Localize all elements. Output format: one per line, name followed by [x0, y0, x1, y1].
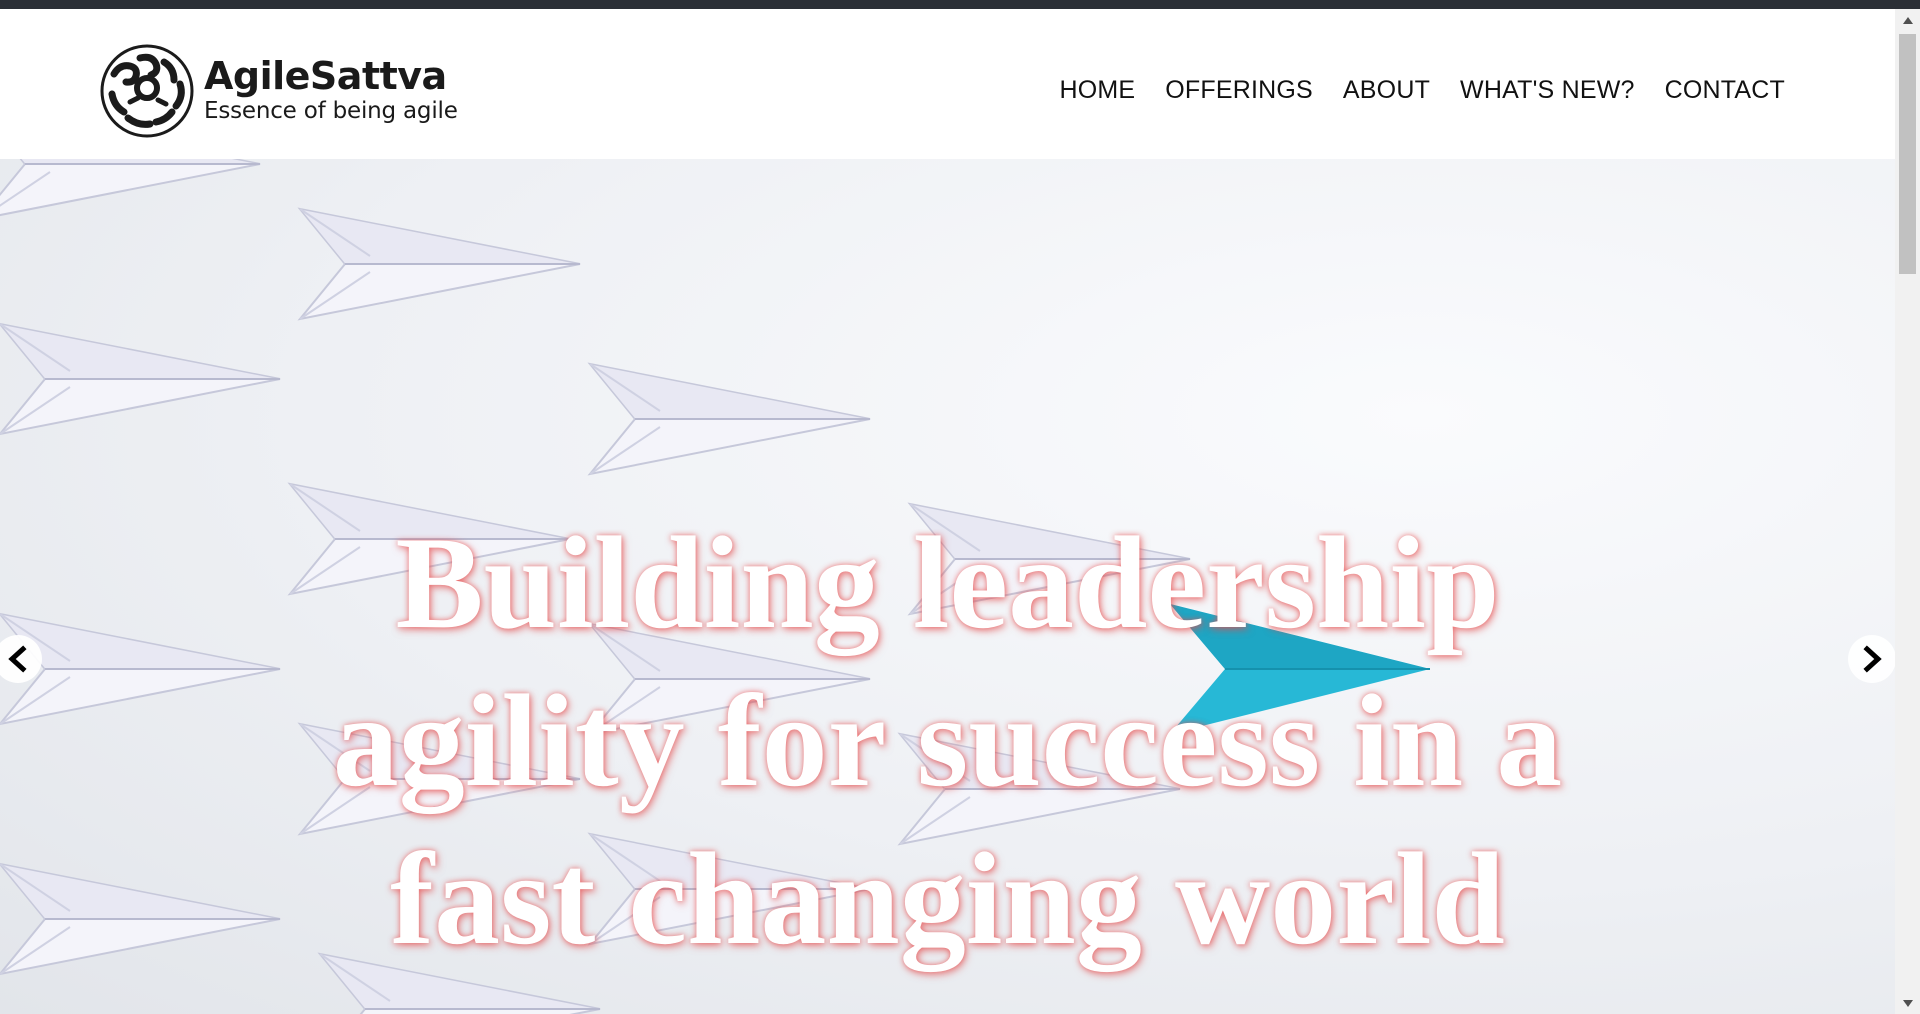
- main-nav: HOME OFFERINGS ABOUT WHAT'S NEW? CONTACT: [1059, 76, 1785, 105]
- browser-top-strip: [0, 0, 1920, 9]
- slider-next-button[interactable]: [1848, 635, 1895, 683]
- agilesattva-logo-icon: [100, 44, 194, 138]
- nav-about[interactable]: ABOUT: [1343, 76, 1430, 105]
- triangle-up-icon: [1902, 16, 1913, 24]
- nav-contact[interactable]: CONTACT: [1665, 76, 1785, 105]
- scroll-down-button[interactable]: [1895, 992, 1920, 1014]
- scroll-up-button[interactable]: [1895, 9, 1920, 31]
- nav-offerings[interactable]: OFFERINGS: [1165, 76, 1313, 105]
- hero-slider: Building leadership agility for success …: [0, 159, 1895, 1014]
- chevron-right-icon: [1863, 645, 1882, 673]
- nav-home[interactable]: HOME: [1059, 76, 1135, 105]
- chevron-left-icon: [8, 645, 27, 673]
- brand-tagline: Essence of being agile: [204, 98, 458, 124]
- site-logo[interactable]: AgileSattva Essence of being agile: [100, 44, 458, 138]
- scroll-thumb[interactable]: [1899, 34, 1916, 274]
- page-scrollbar[interactable]: [1895, 9, 1920, 1014]
- logo-text: AgileSattva Essence of being agile: [204, 56, 458, 126]
- nav-whats-new[interactable]: WHAT'S NEW?: [1460, 76, 1635, 105]
- triangle-down-icon: [1902, 999, 1913, 1007]
- brand-name: AgileSattva: [204, 54, 447, 98]
- site-header: AgileSattva Essence of being agile HOME …: [0, 9, 1895, 159]
- hero-heading: Building leadership agility for success …: [332, 509, 1563, 972]
